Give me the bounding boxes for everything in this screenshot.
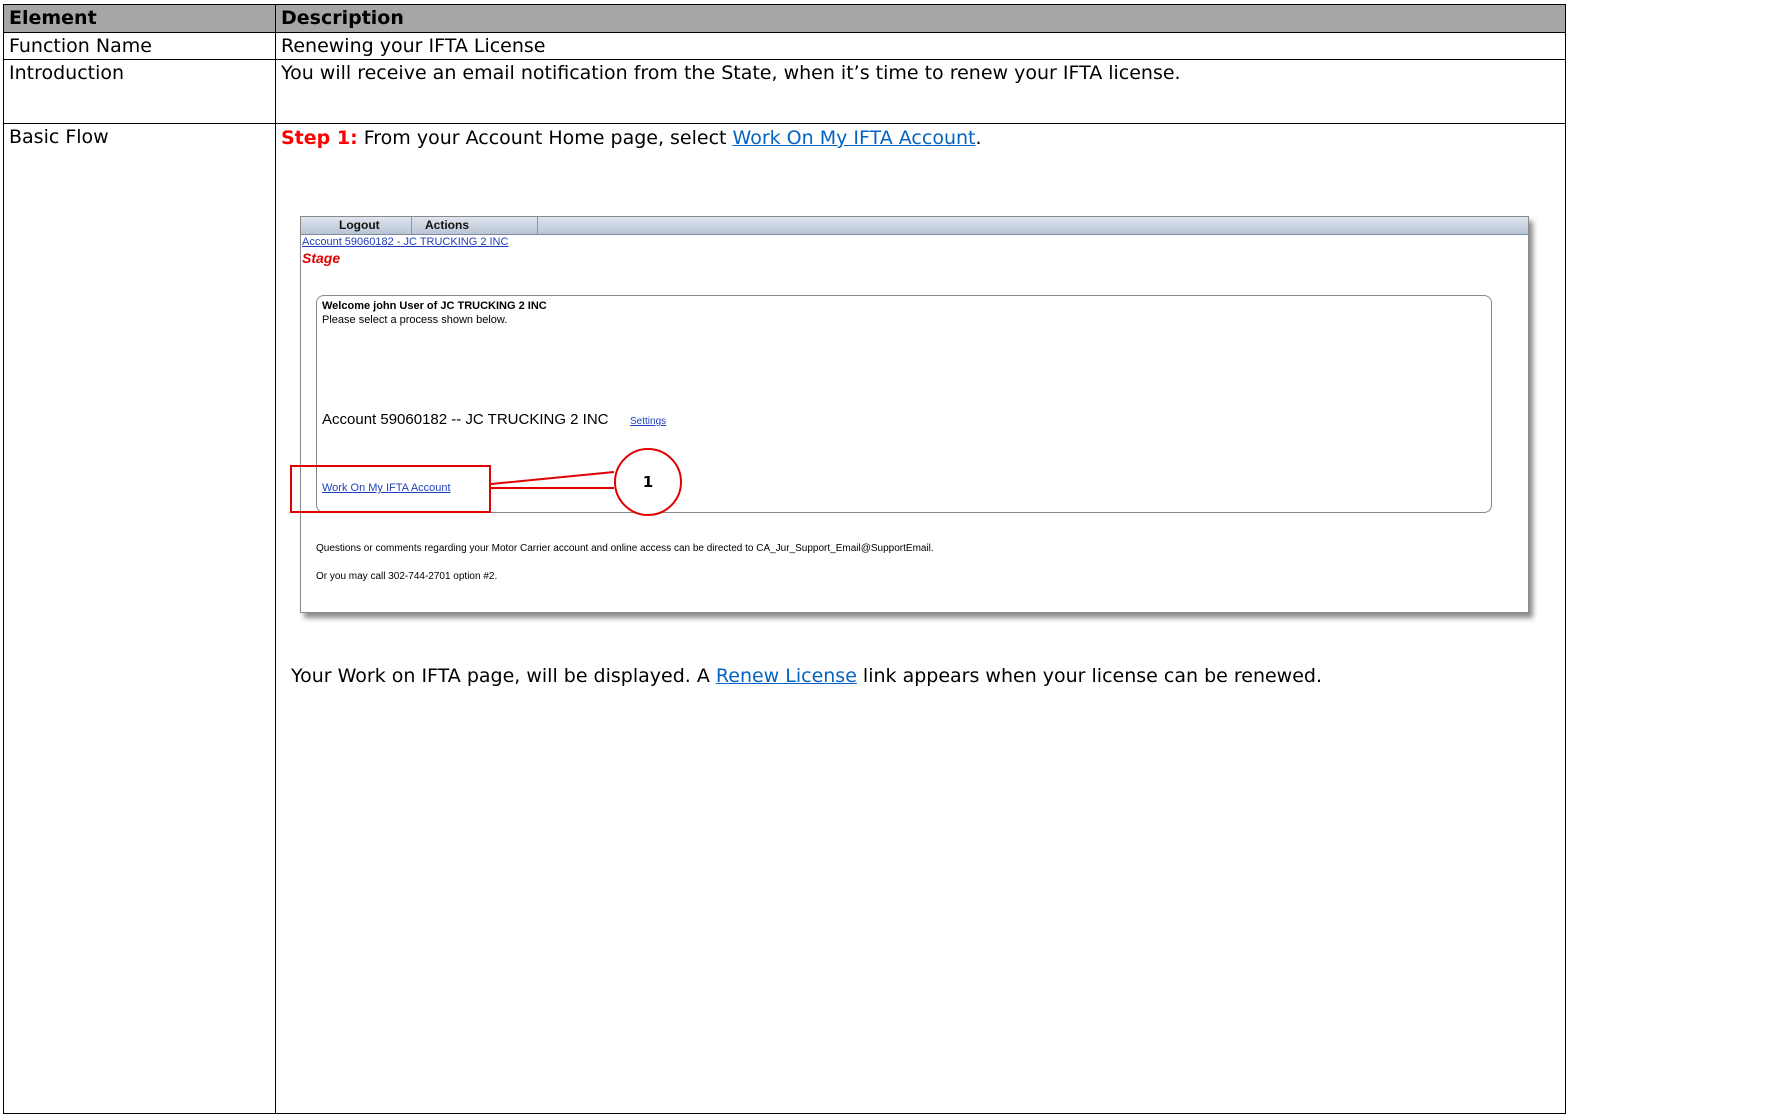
callout-line-top bbox=[490, 471, 615, 485]
screenshot-account-title: Account 59060182 -- JC TRUCKING 2 INC bbox=[322, 411, 609, 428]
renew-text-after: link appears when your license can be re… bbox=[856, 665, 1323, 687]
step-1-period: . bbox=[975, 127, 982, 149]
work-on-ifta-account-link[interactable]: Work On My IFTA Account bbox=[733, 127, 976, 149]
header-description: Description bbox=[275, 4, 1566, 33]
screenshot-call-text: Or you may call 302-744-2701 option #2. bbox=[316, 571, 498, 582]
screenshot-settings-link[interactable]: Settings bbox=[630, 416, 666, 427]
screenshot-actions-menu[interactable]: Actions bbox=[425, 218, 469, 232]
renew-license-link[interactable]: Renew License bbox=[716, 665, 857, 687]
step-1-body: From your Account Home page, select bbox=[357, 127, 733, 149]
menu-divider bbox=[411, 217, 412, 234]
table-header-row: Element Description bbox=[3, 4, 1566, 33]
renew-license-text: Your Work on IFTA page, will be displaye… bbox=[291, 665, 1322, 687]
screenshot-account-link[interactable]: Account 59060182 - JC TRUCKING 2 INC bbox=[302, 236, 508, 248]
table-row: Introduction You will receive an email n… bbox=[3, 59, 1566, 124]
row-description-function-name: Renewing your IFTA License bbox=[275, 32, 1566, 60]
screenshot-welcome-text: Welcome john User of JC TRUCKING 2 INC bbox=[322, 300, 547, 312]
screenshot-stage-label: Stage bbox=[302, 250, 341, 266]
renew-text-before: Your Work on IFTA page, will be displaye… bbox=[291, 665, 716, 687]
screenshot-logout-menu[interactable]: Logout bbox=[339, 218, 380, 232]
header-element: Element bbox=[3, 4, 276, 33]
row-element-function-name: Function Name bbox=[3, 32, 276, 60]
account-home-screenshot: Logout Actions Account 59060182 - JC TRU… bbox=[300, 216, 1529, 613]
row-description-introduction: You will receive an email notification f… bbox=[275, 59, 1566, 124]
table-row: Function Name Renewing your IFTA License bbox=[3, 32, 1566, 60]
row-element-introduction: Introduction bbox=[3, 59, 276, 124]
screenshot-menu-bar: Logout Actions bbox=[301, 217, 1528, 235]
callout-number: 1 bbox=[642, 473, 654, 491]
screenshot-select-process-text: Please select a process shown below. bbox=[322, 314, 508, 326]
menu-divider bbox=[537, 217, 538, 234]
step-1-text: Step 1: From your Account Home page, sel… bbox=[281, 125, 1565, 151]
screenshot-questions-text: Questions or comments regarding your Mot… bbox=[316, 543, 934, 554]
row-element-basic-flow: Basic Flow bbox=[3, 123, 276, 1114]
step-1-label: Step 1: bbox=[281, 127, 358, 149]
callout-highlight-box bbox=[290, 465, 491, 513]
